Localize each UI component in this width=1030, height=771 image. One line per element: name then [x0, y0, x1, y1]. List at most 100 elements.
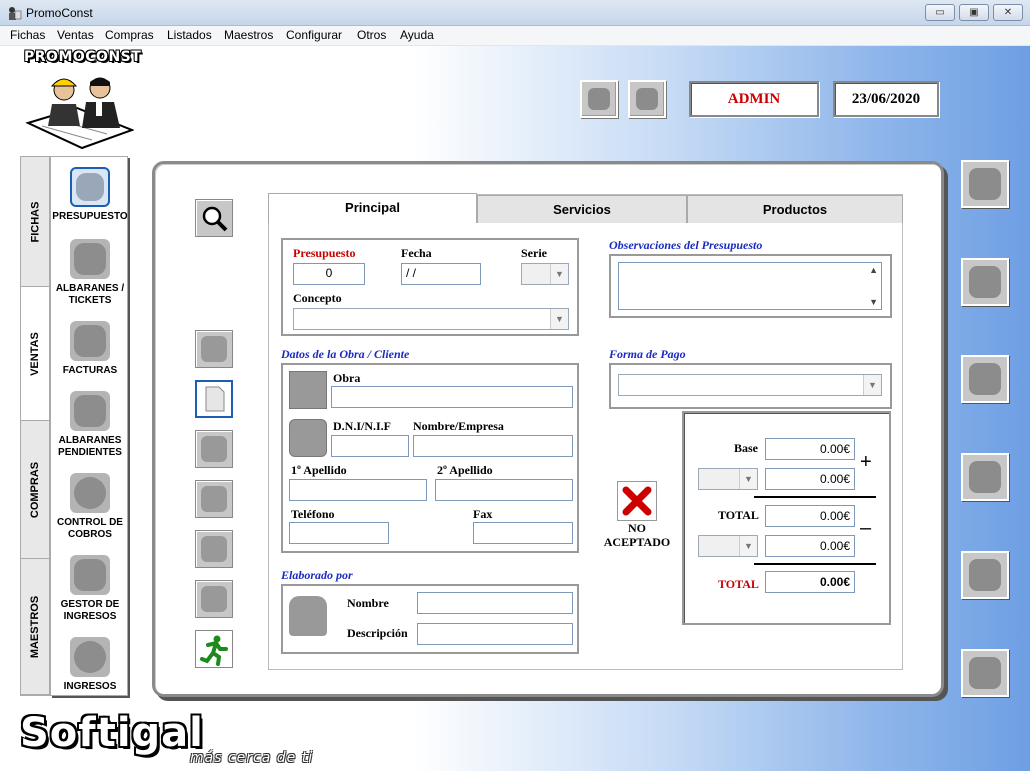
menu-compras[interactable]: Compras — [105, 28, 154, 42]
side-item-facturas[interactable]: FACTURAS — [51, 321, 129, 377]
client-data-group: Obra D.N.I/N.I.F Nombre/Empresa 1º Apell… — [281, 363, 579, 553]
descripcion-field[interactable] — [417, 623, 573, 645]
title-bar: PromoConst ▭ ▣ ✕ — [0, 0, 1030, 26]
scroll-down-icon[interactable]: ▼ — [869, 297, 878, 307]
right-action-button-3[interactable] — [961, 355, 1009, 403]
menu-ayuda[interactable]: Ayuda — [400, 28, 434, 42]
nombre-field[interactable] — [417, 592, 573, 614]
date-box: 23/06/2020 — [833, 81, 939, 117]
exit-button[interactable] — [195, 630, 233, 668]
person-icon[interactable] — [289, 596, 327, 636]
side-item-control-cobros[interactable]: CONTROL DE COBROS — [51, 473, 129, 541]
minimize-button[interactable]: ▭ — [925, 4, 955, 21]
separator-line — [754, 496, 876, 498]
new-document-button[interactable] — [195, 380, 233, 418]
tool-button-4[interactable] — [195, 530, 233, 568]
right-action-button-6[interactable] — [961, 649, 1009, 697]
blank-icon — [201, 436, 227, 462]
obra-lookup-button[interactable] — [289, 371, 327, 409]
blank-icon — [588, 88, 610, 110]
right-action-button-1[interactable] — [961, 160, 1009, 208]
tab-label: MAESTROS — [29, 595, 41, 658]
tab-maestros[interactable]: MAESTROS — [21, 559, 49, 695]
tab-principal[interactable]: Principal — [268, 193, 477, 223]
side-item-presupuesto[interactable]: PRESUPUESTO — [51, 167, 129, 223]
tab-compras[interactable]: COMPRAS — [21, 421, 49, 559]
menu-bar: Fichas Ventas Compras Listados Maestros … — [0, 26, 1030, 46]
search-icon — [202, 206, 228, 232]
presupuesto-label: Presupuesto — [293, 246, 356, 260]
search-button[interactable] — [195, 199, 233, 237]
fecha-field[interactable]: / / — [401, 263, 481, 285]
observaciones-textarea[interactable]: ▲ ▼ — [618, 262, 882, 310]
telefono-field[interactable] — [289, 522, 389, 544]
descripcion-label: Descripción — [347, 626, 408, 640]
tab-fichas[interactable]: FICHAS — [21, 157, 49, 287]
menu-ventas[interactable]: Ventas — [57, 28, 94, 42]
side-item-albaranes-pendientes[interactable]: ALBARANES PENDIENTES — [51, 391, 129, 459]
income-manager-icon — [70, 555, 110, 595]
blank-icon — [969, 559, 1001, 591]
menu-maestros[interactable]: Maestros — [224, 28, 273, 42]
tab-ventas[interactable]: VENTAS — [21, 287, 49, 421]
minimize-icon: ▭ — [935, 7, 945, 18]
side-item-ingresos[interactable]: INGRESOS — [51, 637, 129, 693]
apellido1-field[interactable] — [289, 479, 427, 501]
tool-button-1[interactable] — [195, 330, 233, 368]
dni-field[interactable] — [331, 435, 409, 457]
invoice-icon — [70, 321, 110, 361]
tab-servicios[interactable]: Servicios — [477, 195, 687, 223]
side-panel: PRESUPUESTO ALBARANES / TICKETS FACTURAS… — [50, 156, 128, 696]
concepto-select[interactable]: ▼ — [293, 308, 569, 330]
nombre-label: Nombre — [347, 596, 389, 610]
header-action-button-1[interactable] — [580, 80, 618, 118]
tool-button-2[interactable] — [195, 430, 233, 468]
apellido2-label: 2º Apellido — [437, 463, 493, 477]
nombre-empresa-field[interactable] — [413, 435, 573, 457]
side-item-gestor-ingresos[interactable]: GESTOR DE INGRESOS — [51, 555, 129, 623]
close-button[interactable]: ✕ — [993, 4, 1023, 21]
income-icon — [70, 637, 110, 677]
fax-field[interactable] — [473, 522, 573, 544]
running-man-icon — [200, 635, 228, 666]
forma-pago-select[interactable]: ▼ — [618, 374, 882, 396]
blank-icon — [969, 363, 1001, 395]
client-lookup-button[interactable] — [289, 419, 327, 457]
side-item-albaranes[interactable]: ALBARANES / TICKETS — [51, 239, 129, 307]
maximize-button[interactable]: ▣ — [959, 4, 989, 21]
tool-button-3[interactable] — [195, 480, 233, 518]
observaciones-group: ▲ ▼ — [609, 254, 892, 318]
menu-otros[interactable]: Otros — [357, 28, 386, 42]
user-box: ADMIN — [689, 81, 819, 117]
blank-icon — [969, 657, 1001, 689]
maximize-icon: ▣ — [969, 7, 979, 18]
status-button[interactable] — [617, 481, 657, 521]
menu-listados[interactable]: Listados — [167, 28, 212, 42]
scroll-up-icon[interactable]: ▲ — [869, 265, 878, 275]
serie-select[interactable]: ▼ — [521, 263, 569, 285]
blank-icon — [969, 168, 1001, 200]
separator-line — [754, 563, 876, 565]
tab-productos[interactable]: Productos — [687, 195, 903, 223]
retention-select[interactable]: ▼ — [698, 535, 758, 557]
tax-select[interactable]: ▼ — [698, 468, 758, 490]
totals-group: Base 0.00€ + ▼ 0.00€ TOTAL 0.00€ – ▼ 0.0… — [682, 411, 891, 625]
presupuesto-number-field[interactable]: 0 — [293, 263, 365, 285]
blank-icon — [201, 486, 227, 512]
obra-field[interactable] — [331, 386, 573, 408]
status-label: NO ACEPTADO — [603, 521, 671, 549]
app-icon — [9, 7, 22, 20]
right-action-button-2[interactable] — [961, 258, 1009, 306]
tool-button-5[interactable] — [195, 580, 233, 618]
apellido2-field[interactable] — [435, 479, 573, 501]
menu-fichas[interactable]: Fichas — [10, 28, 45, 42]
brand-slogan: más cerca de ti — [190, 750, 314, 766]
chevron-down-icon: ▼ — [550, 264, 568, 284]
menu-configurar[interactable]: Configurar — [286, 28, 342, 42]
right-action-button-4[interactable] — [961, 453, 1009, 501]
obra-label: Obra — [333, 371, 361, 385]
plus-icon: + — [860, 451, 872, 473]
header-action-button-2[interactable] — [628, 80, 666, 118]
blank-icon — [969, 461, 1001, 493]
right-action-button-5[interactable] — [961, 551, 1009, 599]
